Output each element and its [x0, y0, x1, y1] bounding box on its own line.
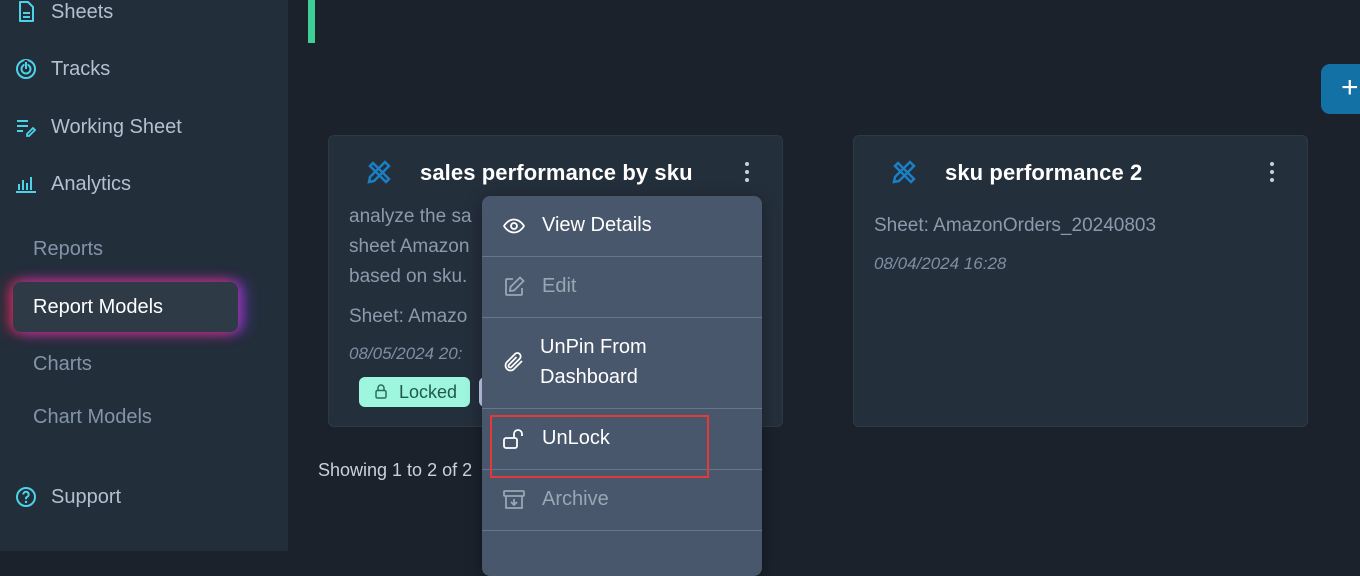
card-date: 08/04/2024 16:28	[874, 254, 1007, 273]
locked-badge: Locked	[359, 377, 470, 407]
card-date: 08/05/2024 20:	[349, 344, 463, 363]
sidebar-item-analytics[interactable]: Analytics	[14, 164, 131, 204]
card-sheet: Sheet: AmazonOrders_20240803	[874, 215, 1157, 236]
sidebar-subitem-report-models[interactable]: Report Models	[13, 282, 238, 332]
sidebar-subitem-label: Report Models	[33, 296, 164, 318]
menu-item-label: Dashboard	[540, 366, 638, 388]
sidebar-item-label: Analytics	[51, 172, 132, 195]
card-description-line: based on sku.	[349, 266, 468, 287]
lock-icon	[375, 384, 387, 399]
eye-icon	[502, 218, 526, 234]
edit-icon	[505, 276, 525, 296]
paperclip-icon	[504, 352, 523, 372]
menu-item-label: View Details	[542, 214, 652, 236]
menu-item-unpin-dashboard[interactable]: UnPin From Dashboard	[482, 336, 762, 396]
design-tools-icon	[892, 160, 916, 184]
menu-item-archive[interactable]: Archive	[482, 488, 762, 512]
menu-item-label: Edit	[542, 275, 577, 297]
working-sheet-icon	[14, 115, 38, 139]
report-model-card[interactable]: sku performance 2 Sheet: AmazonOrders_20…	[853, 135, 1308, 427]
unlock-highlight-box	[490, 415, 709, 478]
menu-divider	[482, 530, 762, 531]
sidebar-subitem-reports[interactable]: Reports	[33, 234, 103, 264]
menu-divider	[482, 256, 762, 257]
menu-item-view-details[interactable]: View Details	[482, 214, 762, 238]
card-context-menu: View Details Edit UnPin From Dashboard U…	[482, 196, 762, 576]
sidebar-item-tracks[interactable]: Tracks	[14, 49, 110, 89]
sidebar-item-label: Support	[51, 485, 122, 508]
sidebar: Sheets Tracks Working Sheet Analytics Re…	[0, 0, 288, 551]
menu-item-edit[interactable]: Edit	[482, 275, 762, 299]
card-title[interactable]: sales performance by sku	[420, 160, 693, 186]
pagination-summary: Showing 1 to 2 of 2	[318, 460, 473, 480]
menu-divider	[482, 317, 762, 318]
badge-label: Locked	[399, 382, 458, 402]
sidebar-item-label: Working Sheet	[51, 115, 182, 138]
more-options-icon[interactable]	[1266, 160, 1278, 186]
bar-chart-icon	[14, 172, 38, 196]
document-icon	[14, 0, 38, 24]
menu-item-label: UnPin From	[540, 336, 647, 358]
sidebar-subitem-charts[interactable]: Charts	[33, 349, 92, 379]
sidebar-subitem-chart-models[interactable]: Chart Models	[33, 402, 152, 432]
add-report-model-button[interactable]: +	[1321, 64, 1360, 114]
menu-item-label: Archive	[542, 488, 609, 510]
header-accent-bar	[308, 0, 315, 43]
help-circle-icon	[14, 485, 38, 509]
more-options-icon[interactable]	[741, 160, 753, 186]
card-sheet: Sheet: Amazo	[349, 306, 468, 327]
design-tools-icon	[367, 160, 391, 184]
archive-icon	[503, 490, 525, 509]
sidebar-item-sheets[interactable]: Sheets	[14, 0, 113, 32]
menu-divider	[482, 408, 762, 409]
sidebar-item-label: Tracks	[51, 57, 111, 80]
sidebar-item-label: Sheets	[51, 0, 114, 23]
card-description-line: analyze the sa	[349, 206, 472, 227]
card-description-line: sheet Amazon	[349, 236, 470, 257]
tracks-icon	[14, 57, 38, 81]
sidebar-item-working-sheet[interactable]: Working Sheet	[14, 107, 182, 147]
sidebar-item-support[interactable]: Support	[14, 477, 121, 517]
card-title[interactable]: sku performance 2	[945, 160, 1142, 186]
